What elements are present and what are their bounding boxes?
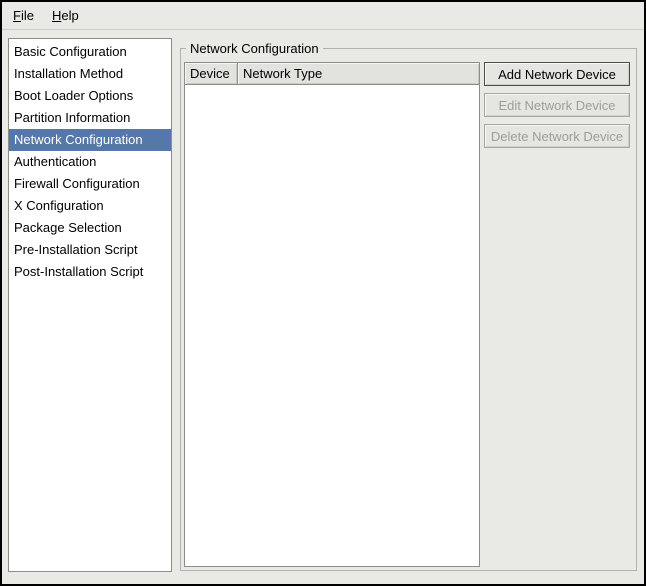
menu-bar: File Help bbox=[2, 2, 644, 30]
network-configuration-frame: Network Configuration Device Network Typ… bbox=[180, 48, 637, 571]
network-device-table: Device Network Type bbox=[184, 62, 480, 567]
sidebar-item-x-configuration[interactable]: X Configuration bbox=[9, 195, 171, 217]
sidebar-item-basic-configuration[interactable]: Basic Configuration bbox=[9, 41, 171, 63]
sidebar-item-installation-method[interactable]: Installation Method bbox=[9, 63, 171, 85]
kickstart-configurator-window: File Help Basic Configuration Installati… bbox=[0, 0, 646, 586]
sidebar-item-partition-information[interactable]: Partition Information bbox=[9, 107, 171, 129]
sidebar-item-authentication[interactable]: Authentication bbox=[9, 151, 171, 173]
edit-network-device-button[interactable]: Edit Network Device bbox=[484, 93, 630, 117]
sidebar-item-package-selection[interactable]: Package Selection bbox=[9, 217, 171, 239]
sidebar-item-network-configuration[interactable]: Network Configuration bbox=[9, 129, 171, 151]
sidebar-item-pre-installation-script[interactable]: Pre-Installation Script bbox=[9, 239, 171, 261]
section-list: Basic Configuration Installation Method … bbox=[8, 38, 172, 572]
sidebar-item-boot-loader-options[interactable]: Boot Loader Options bbox=[9, 85, 171, 107]
frame-title: Network Configuration bbox=[186, 40, 323, 57]
delete-network-device-button[interactable]: Delete Network Device bbox=[484, 124, 630, 148]
menu-help[interactable]: Help bbox=[43, 4, 88, 27]
sidebar-item-post-installation-script[interactable]: Post-Installation Script bbox=[9, 261, 171, 283]
add-network-device-button[interactable]: Add Network Device bbox=[484, 62, 630, 86]
menu-file[interactable]: File bbox=[4, 4, 43, 27]
column-header-network-type[interactable]: Network Type bbox=[237, 62, 480, 85]
column-header-device[interactable]: Device bbox=[184, 62, 238, 85]
device-action-buttons: Add Network Device Edit Network Device D… bbox=[484, 62, 630, 148]
table-body-empty[interactable] bbox=[184, 85, 480, 567]
sidebar-item-firewall-configuration[interactable]: Firewall Configuration bbox=[9, 173, 171, 195]
table-header-row: Device Network Type bbox=[184, 62, 480, 85]
